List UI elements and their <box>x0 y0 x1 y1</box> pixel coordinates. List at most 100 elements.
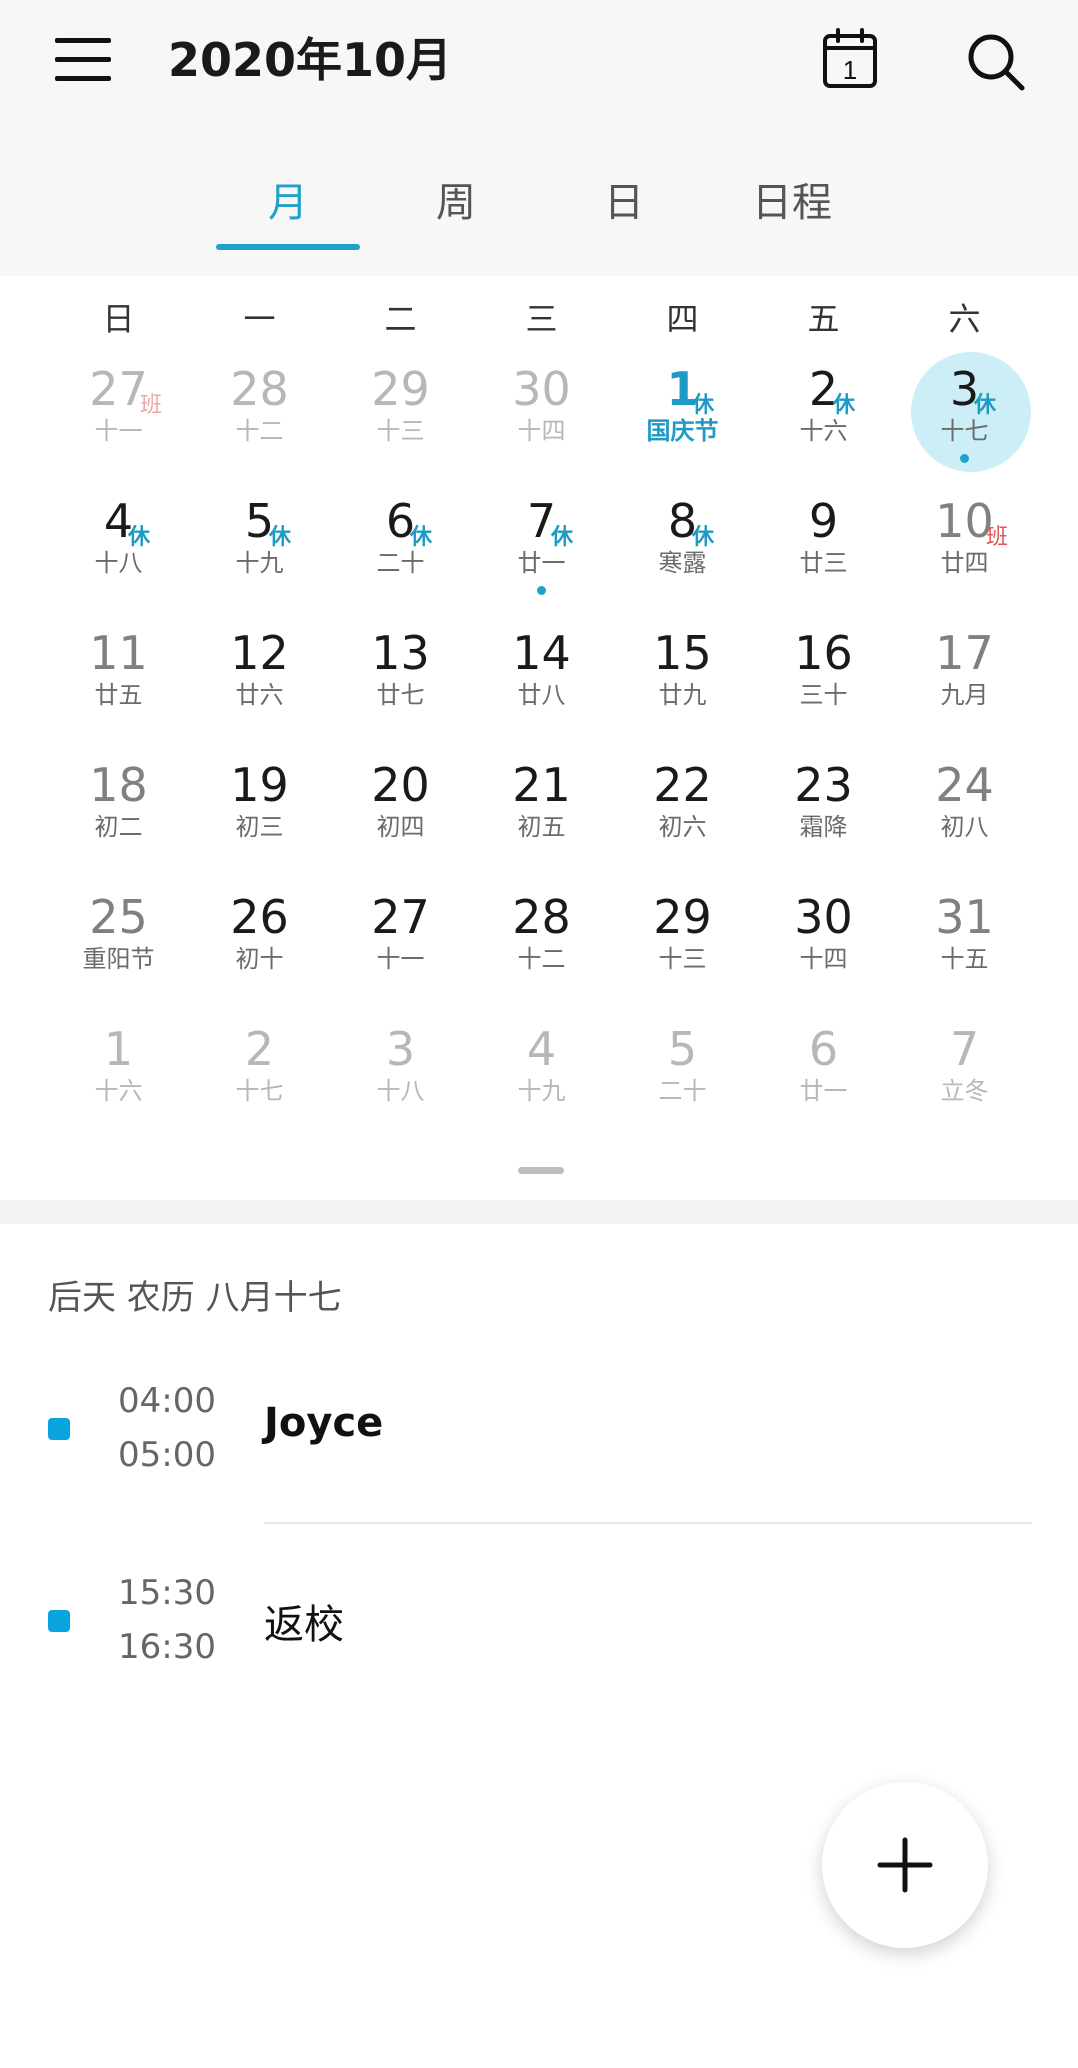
calendar-day-cell[interactable]: 23 霜降 <box>753 672 894 840</box>
day-number: 6 <box>808 1022 839 1076</box>
calendar-day-cell[interactable]: 4 十九 <box>471 936 612 1104</box>
calendar-day-cell[interactable]: 31 十五 <box>894 804 1035 972</box>
calendar-day-cell[interactable]: 6 二十休 <box>330 408 471 576</box>
calendar-day-cell[interactable]: 18 初二 <box>48 672 189 840</box>
day-number: 7 <box>949 1022 980 1076</box>
day-number: 5 <box>667 1022 698 1076</box>
day-number: 12 <box>230 626 289 680</box>
calendar-day-cell[interactable]: 16 三十 <box>753 540 894 708</box>
day-number: 21 <box>512 758 571 812</box>
search-icon[interactable] <box>966 32 1026 92</box>
calendar-day-cell[interactable]: 30 十四 <box>753 804 894 972</box>
calendar-day-cell[interactable]: 25 重阳节 <box>48 804 189 972</box>
calendar-day-cell[interactable]: 5 十九休 <box>189 408 330 576</box>
calendar-day-cell[interactable]: 28 十二 <box>189 276 330 444</box>
calendar-day-cell[interactable]: 27 十一 <box>330 804 471 972</box>
page-title: 2020年10月 <box>168 33 453 87</box>
day-number: 27 <box>89 362 148 416</box>
app-header: 2020年10月 1 月 周 日 日程 <box>0 0 1078 276</box>
day-number: 2 <box>244 1022 275 1076</box>
day-number: 18 <box>89 758 148 812</box>
calendar-day-cell[interactable]: 17 九月 <box>894 540 1035 708</box>
calendar-day-cell[interactable]: 7 廿一休 <box>471 408 612 595</box>
calendar-day-cell[interactable]: 11 廿五 <box>48 540 189 708</box>
calendar-day-cell[interactable]: 3 十七休 <box>894 276 1035 472</box>
day-number: 30 <box>512 362 571 416</box>
calendar-today-icon[interactable]: 1 <box>822 28 878 90</box>
day-number: 24 <box>935 758 994 812</box>
day-number: 30 <box>794 890 853 944</box>
add-event-button[interactable] <box>822 1782 988 1948</box>
day-number: 1 <box>103 1022 134 1076</box>
calendar-day-cell[interactable]: 1 国庆节休 <box>612 276 753 444</box>
drag-handle[interactable] <box>518 1167 564 1174</box>
calendar-day-cell[interactable]: 22 初六 <box>612 672 753 840</box>
day-number: 10 <box>935 494 994 548</box>
view-tabs: 月 周 日 日程 <box>0 170 1078 250</box>
event-title: Joyce <box>264 1400 384 1446</box>
event-item[interactable]: 15:30 16:30 返校 <box>0 1566 1078 1716</box>
calendar-day-cell[interactable]: 7 立冬 <box>894 936 1035 1104</box>
calendar-day-cell[interactable]: 19 初三 <box>189 672 330 840</box>
calendar-day-cell[interactable]: 1 十六 <box>48 936 189 1104</box>
event-divider <box>264 1522 1032 1524</box>
day-number: 17 <box>935 626 994 680</box>
lunar-date: 立冬 <box>940 1077 989 1105</box>
month-calendar: 日一二三四五六 27 十一班 28 十二 29 十三 30 十四 1 国庆节休 2 十六休 3 十七休 4 十… <box>0 276 1078 1200</box>
tab-week[interactable]: 周 <box>384 170 528 228</box>
calendar-day-cell[interactable]: 21 初五 <box>471 672 612 840</box>
tab-day[interactable]: 日 <box>552 170 696 228</box>
day-number: 5 <box>244 494 275 548</box>
menu-icon[interactable] <box>55 38 113 82</box>
calendar-day-cell[interactable]: 27 十一班 <box>48 276 189 444</box>
calendar-day-cell[interactable]: 14 廿八 <box>471 540 612 708</box>
plus-icon <box>877 1837 933 1893</box>
calendar-day-cell[interactable]: 2 十七 <box>189 936 330 1104</box>
lunar-date: 十七 <box>235 1077 284 1105</box>
section-divider <box>0 1200 1078 1224</box>
day-number: 28 <box>230 362 289 416</box>
calendar-day-cell[interactable]: 24 初八 <box>894 672 1035 840</box>
day-number: 29 <box>371 362 430 416</box>
calendar-day-cell[interactable]: 26 初十 <box>189 804 330 972</box>
calendar-day-cell[interactable]: 29 十三 <box>330 276 471 444</box>
day-number: 3 <box>385 1022 416 1076</box>
day-number: 14 <box>512 626 571 680</box>
tab-month[interactable]: 月 <box>216 170 360 228</box>
calendar-day-cell[interactable]: 6 廿一 <box>753 936 894 1104</box>
tab-indicator <box>216 244 360 250</box>
lunar-date: 二十 <box>658 1077 707 1105</box>
day-number: 22 <box>653 758 712 812</box>
calendar-day-cell[interactable]: 13 廿七 <box>330 540 471 708</box>
calendar-day-cell[interactable]: 2 十六休 <box>753 276 894 444</box>
day-number: 6 <box>385 494 416 548</box>
calendar-day-cell[interactable]: 20 初四 <box>330 672 471 840</box>
calendar-day-cell[interactable]: 29 十三 <box>612 804 753 972</box>
calendar-day-cell[interactable]: 30 十四 <box>471 276 612 444</box>
tab-schedule[interactable]: 日程 <box>720 170 864 228</box>
calendar-day-cell[interactable]: 3 十八 <box>330 936 471 1104</box>
event-title: 返校 <box>264 1602 344 1648</box>
day-number: 11 <box>89 626 148 680</box>
day-number: 31 <box>935 890 994 944</box>
day-number: 13 <box>371 626 430 680</box>
event-start-time: 04:00 <box>118 1381 216 1421</box>
day-number: 3 <box>949 362 980 416</box>
calendar-day-cell[interactable]: 10 廿四班 <box>894 408 1035 576</box>
event-item[interactable]: 04:00 05:00 Joyce <box>0 1374 1078 1524</box>
day-number: 19 <box>230 758 289 812</box>
calendar-day-cell[interactable]: 8 寒露休 <box>612 408 753 576</box>
day-number: 8 <box>667 494 698 548</box>
calendar-day-cell[interactable]: 4 十八休 <box>48 408 189 576</box>
calendar-day-cell[interactable]: 5 二十 <box>612 936 753 1104</box>
day-number: 26 <box>230 890 289 944</box>
calendar-day-cell[interactable]: 9 廿三 <box>753 408 894 576</box>
calendar-day-cell[interactable]: 15 廿九 <box>612 540 753 708</box>
day-number: 29 <box>653 890 712 944</box>
day-number: 15 <box>653 626 712 680</box>
event-end-time: 05:00 <box>118 1435 216 1475</box>
calendar-day-cell[interactable]: 28 十二 <box>471 804 612 972</box>
calendar-day-cell[interactable]: 12 廿六 <box>189 540 330 708</box>
lunar-date: 十九 <box>517 1077 566 1105</box>
day-number: 1 <box>666 362 699 416</box>
